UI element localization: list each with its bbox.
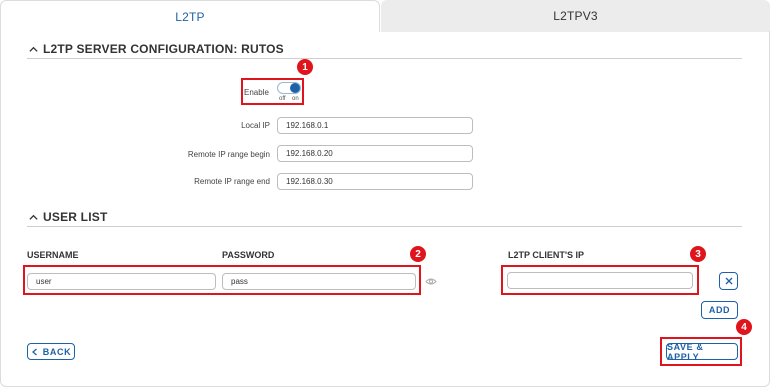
- toggle-on-label: on: [292, 96, 299, 102]
- col-client-ip: L2TP CLIENT'S IP: [508, 250, 584, 260]
- callout-badge-2: 2: [410, 246, 426, 262]
- range-end-input[interactable]: 192.168.0.30: [277, 173, 473, 190]
- range-end-label: Remote IP range end: [194, 177, 270, 186]
- toggle-knob: [290, 83, 300, 93]
- client-ip-input[interactable]: [507, 272, 693, 289]
- section-divider: [27, 226, 742, 227]
- chevron-up-icon[interactable]: [29, 45, 38, 54]
- callout-badge-3: 3: [690, 246, 706, 262]
- chevron-left-icon: [31, 348, 37, 355]
- back-button[interactable]: BACK: [27, 343, 75, 360]
- delete-row-button[interactable]: [719, 272, 738, 290]
- tab-l2tp[interactable]: L2TP: [0, 0, 380, 32]
- col-username: USERNAME: [27, 250, 79, 260]
- close-icon: [725, 277, 732, 285]
- range-begin-input[interactable]: 192.168.0.20: [277, 145, 473, 162]
- username-input[interactable]: user: [27, 273, 216, 290]
- content-panel: [0, 31, 770, 387]
- enable-toggle[interactable]: [277, 82, 301, 94]
- add-button[interactable]: ADD: [701, 301, 738, 319]
- local-ip-label: Local IP: [241, 121, 270, 130]
- back-label: BACK: [42, 346, 72, 357]
- callout-badge-1: 1: [297, 59, 313, 75]
- local-ip-input[interactable]: 192.168.0.1: [277, 117, 473, 134]
- range-begin-label: Remote IP range begin: [187, 150, 270, 159]
- eye-icon[interactable]: [425, 277, 437, 286]
- chevron-up-icon[interactable]: [29, 213, 38, 222]
- enable-label: Enable: [244, 88, 269, 97]
- callout-badge-4: 4: [736, 319, 752, 335]
- user-section-title: USER LIST: [43, 210, 108, 224]
- tab-l2tp-label: L2TP: [175, 9, 205, 24]
- server-section-title: L2TP SERVER CONFIGURATION: RUTOS: [43, 42, 284, 56]
- col-password: PASSWORD: [222, 250, 275, 260]
- save-apply-button[interactable]: SAVE & APPLY: [666, 342, 738, 362]
- tab-l2tpv3[interactable]: L2TPV3: [381, 0, 770, 32]
- toggle-off-label: off: [279, 96, 286, 102]
- tab-l2tpv3-label: L2TPV3: [553, 9, 598, 23]
- section-divider: [27, 58, 742, 59]
- password-input[interactable]: pass: [222, 273, 416, 290]
